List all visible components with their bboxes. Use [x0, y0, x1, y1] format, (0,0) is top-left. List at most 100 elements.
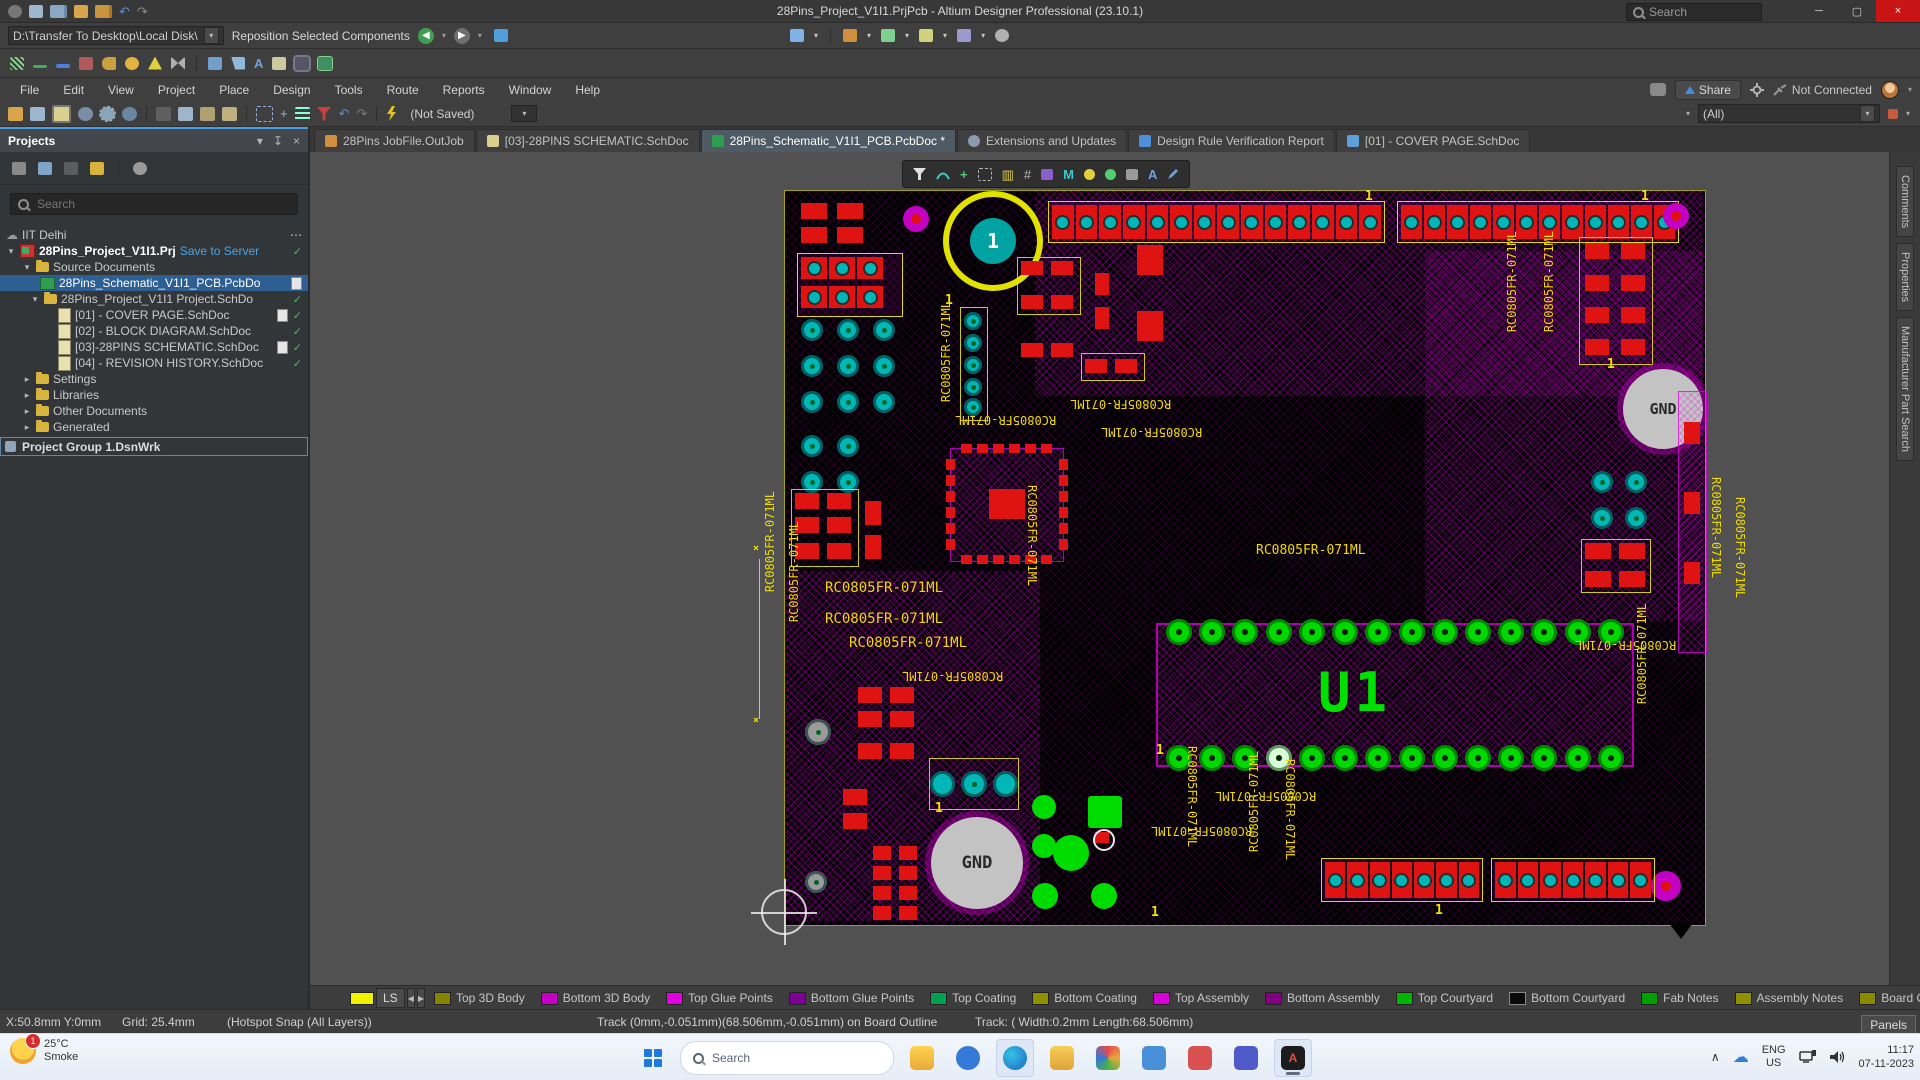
paste-special-icon[interactable] [222, 107, 237, 121]
layer-tab[interactable]: Board Outline [1852, 989, 1920, 1007]
layers-tool-icon[interactable] [843, 29, 857, 42]
tree-source-documents[interactable]: ▾ Source Documents [0, 259, 308, 275]
layer-tab[interactable]: Assembly Notes [1728, 989, 1851, 1007]
doc-tab-extensions[interactable]: Extensions and Updates [957, 129, 1127, 152]
cut-icon[interactable] [156, 107, 171, 121]
more-icon[interactable]: ⋯ [290, 228, 302, 242]
route-icon[interactable] [936, 168, 950, 180]
projects-search-box[interactable] [10, 193, 298, 215]
network-icon[interactable] [1799, 1050, 1817, 1064]
doc-tab-drc-report[interactable]: Design Rule Verification Report [1128, 129, 1335, 152]
save-doc-icon[interactable] [30, 107, 45, 121]
tree-libraries[interactable]: ▸ Libraries [0, 387, 308, 403]
chevron-down-icon[interactable]: ▾ [1686, 109, 1690, 118]
board-3d-tool-icon[interactable] [318, 57, 332, 70]
collapse-icon[interactable]: ▸ [22, 390, 32, 401]
layer-tab[interactable]: Bottom Coating [1025, 989, 1144, 1007]
path-combobox[interactable]: D:\Transfer To Desktop\Local Disk\ ▾ [8, 26, 224, 45]
chevron-down-icon[interactable]: ▾ [867, 31, 871, 40]
chat-icon[interactable] [950, 1040, 986, 1076]
redo-icon[interactable]: ↷ [137, 5, 148, 18]
wire-tool-icon[interactable] [33, 65, 47, 68]
back-button[interactable]: ◀ [418, 28, 434, 44]
chip-icon[interactable] [1041, 169, 1053, 180]
tree-project[interactable]: ▾ 28Pins_Project_V1I1.Prj Save to Server… [0, 243, 308, 259]
tree-settings[interactable]: ▸ Settings [0, 371, 308, 387]
doc-tab-jobfile[interactable]: 28Pins JobFile.OutJob [314, 129, 475, 152]
histogram-icon[interactable]: ▥ [1002, 168, 1014, 181]
mask-clear-icon[interactable] [1888, 109, 1898, 119]
menu-view[interactable]: View [96, 80, 146, 100]
menu-design[interactable]: Design [261, 80, 322, 100]
tree-workspace[interactable]: ☁ IIT Delhi ⋯ [0, 227, 308, 243]
minimize-button[interactable]: ─ [1800, 0, 1838, 22]
copy-icon[interactable] [178, 107, 193, 121]
tab-comments[interactable]: Comments [1896, 166, 1914, 237]
select-rect-icon[interactable] [978, 168, 992, 181]
scroll-right-icon[interactable]: ▶ [417, 988, 425, 1008]
chip-tool-icon[interactable] [295, 57, 309, 70]
app-search-box[interactable]: Search [1626, 3, 1762, 21]
comment-icon[interactable] [1650, 83, 1666, 96]
avatar[interactable] [1881, 81, 1899, 99]
variant-combobox[interactable]: ▾ [511, 105, 537, 122]
netlist-doc-icon[interactable] [272, 57, 286, 70]
projects-search-input[interactable] [35, 196, 269, 212]
weather-widget[interactable]: 1 25°CSmoke [10, 1038, 78, 1064]
layer-tab[interactable]: Bottom Courtyard [1502, 989, 1632, 1007]
chevron-down-icon[interactable]: ▾ [1906, 109, 1910, 118]
no-erc-tool-icon[interactable] [171, 57, 185, 70]
menu-tools[interactable]: Tools [323, 80, 375, 100]
hatch-tool-icon[interactable] [10, 57, 24, 70]
pcb-board[interactable]: 1 1 1 [784, 190, 1706, 926]
menu-help[interactable]: Help [563, 80, 612, 100]
chevron-down-icon[interactable]: ▾ [1908, 85, 1912, 94]
hidden-icons-chevron[interactable]: ∧ [1711, 1050, 1720, 1064]
layer-set-button[interactable]: LS [376, 988, 405, 1008]
gauge-tool-icon[interactable] [881, 29, 895, 42]
tab-properties[interactable]: Properties [1896, 243, 1914, 311]
measure-icon[interactable]: M [1063, 168, 1074, 181]
layer-tab[interactable]: Fab Notes [1634, 989, 1725, 1007]
menu-route[interactable]: Route [375, 80, 431, 100]
store-icon[interactable] [1182, 1040, 1218, 1076]
doc-tab-pcb[interactable]: 28Pins_Schematic_V1I1_PCB.PcbDoc * [701, 129, 956, 152]
tree-revision-history[interactable]: [04] - REVISION HISTORY.SchDoc ✓ [0, 355, 308, 371]
folder-icon[interactable] [1044, 1040, 1080, 1076]
power-port-tool-icon[interactable] [125, 57, 139, 70]
language-switcher[interactable]: ENGUS [1762, 1044, 1786, 1070]
projects-panel-header[interactable]: Projects ▾ ↧ × [0, 127, 308, 152]
bus-tool-icon[interactable] [56, 64, 70, 68]
panel-close-icon[interactable]: × [293, 134, 300, 148]
back-caret-icon[interactable]: ▾ [442, 31, 446, 40]
compile-icon[interactable] [38, 162, 52, 175]
pcb-canvas[interactable]: + ▥ # M A 1 1 1 [310, 152, 1890, 986]
connection-status[interactable]: Not Connected [1773, 83, 1872, 97]
grid-tool-icon[interactable] [957, 29, 971, 42]
teams-icon[interactable] [1228, 1040, 1264, 1076]
scope-combobox[interactable]: (All) ▾ [1698, 104, 1880, 123]
zoom-in-icon[interactable] [78, 107, 93, 121]
menu-reports[interactable]: Reports [431, 80, 497, 100]
share-button[interactable]: Share [1675, 80, 1741, 100]
explorer-icon[interactable] [90, 162, 104, 175]
zoom-area-icon[interactable] [100, 107, 115, 121]
save-all-icon[interactable] [50, 5, 67, 18]
save-icon[interactable] [29, 5, 43, 18]
chevron-down-icon[interactable]: ▾ [981, 31, 985, 40]
collapse-icon[interactable]: ▸ [22, 374, 32, 385]
panels-button[interactable]: Panels [1861, 1015, 1916, 1035]
project-group-item[interactable]: Project Group 1.DsnWrk [0, 437, 308, 456]
start-button[interactable] [636, 1041, 670, 1075]
add-icon[interactable]: + [960, 168, 968, 181]
string-icon[interactable]: A [1148, 168, 1157, 181]
expand-icon[interactable]: ▾ [30, 294, 40, 305]
panel-settings-icon[interactable] [133, 162, 147, 175]
probe-tool-icon[interactable] [148, 57, 162, 70]
collapse-icon[interactable]: ▸ [22, 422, 32, 433]
save-to-server-link[interactable]: Save to Server [180, 244, 259, 258]
layer-tab[interactable]: Top Glue Points [659, 989, 780, 1007]
mask-icon[interactable] [1126, 169, 1138, 180]
chevron-down-icon[interactable]: ▾ [204, 27, 219, 44]
align-icon[interactable] [295, 107, 310, 121]
